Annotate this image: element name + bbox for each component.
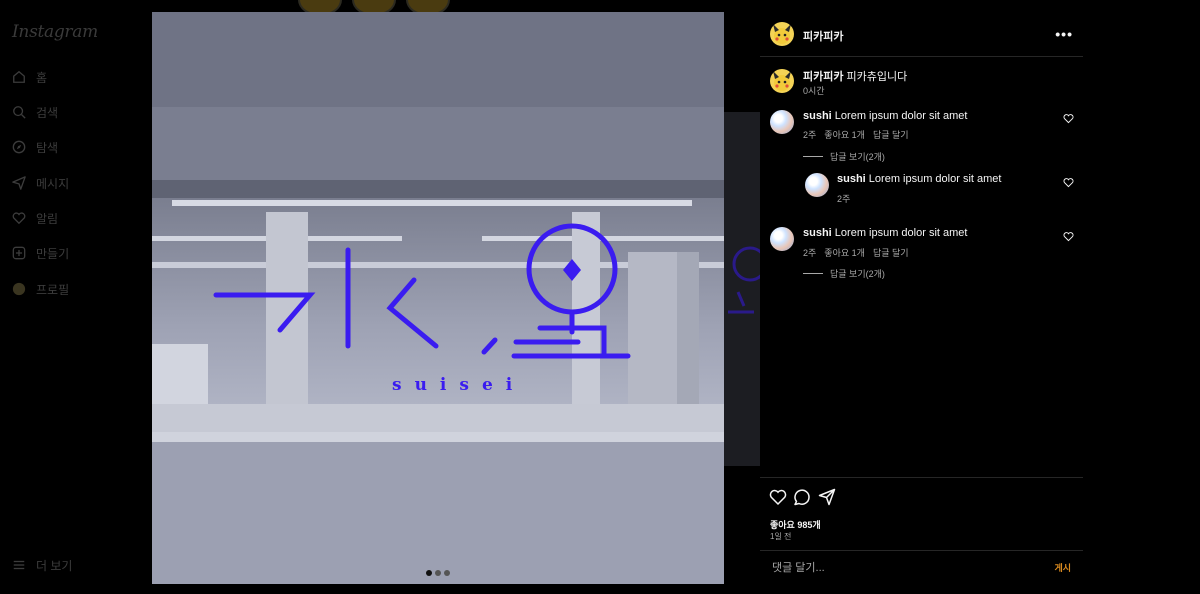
comment-likes[interactable]: 좋아요 1개: [824, 130, 865, 140]
nav-item-home[interactable]: 홈: [12, 67, 47, 87]
comment-username[interactable]: sushi: [803, 110, 832, 122]
nav-item-explore[interactable]: 탐색: [12, 137, 58, 157]
instagram-logo[interactable]: Instagram: [12, 22, 98, 42]
home-icon: [12, 70, 26, 84]
reply-avatar[interactable]: [805, 173, 829, 197]
nav-label: 프로필: [36, 282, 70, 297]
carousel-indicator: [426, 570, 450, 576]
view-replies-label: 답글 보기(2개): [830, 152, 885, 162]
background-post-image: [724, 112, 762, 466]
nav-item-messages[interactable]: 메시지: [12, 173, 69, 193]
nav-label: 알림: [36, 211, 59, 226]
nav-item-notifications[interactable]: 알림: [12, 208, 58, 228]
view-replies-label: 답글 보기(2개): [830, 269, 885, 279]
comment-text: Lorem ipsum dolor sit amet: [834, 110, 968, 122]
view-replies-button[interactable]: 답글 보기(2개): [803, 267, 885, 280]
caption-time: 0시간: [803, 86, 825, 96]
post-image-text: suisei: [392, 375, 525, 395]
more-options-icon[interactable]: •••: [1055, 26, 1073, 42]
nav-item-profile[interactable]: 프로필: [12, 279, 69, 299]
post-header: 피카피카 •••: [760, 12, 1083, 57]
menu-icon: [12, 558, 26, 572]
comment-meta: 2주 좋아요 1개 답글 달기: [803, 246, 917, 259]
reply-time: 2주: [837, 194, 851, 204]
reply-button[interactable]: 답글 달기: [873, 130, 909, 140]
avatar-icon: [12, 282, 26, 296]
carousel-dot[interactable]: [426, 570, 432, 576]
author-username[interactable]: 피카피카: [803, 28, 843, 44]
comment-input[interactable]: [772, 560, 1032, 576]
comment-like-icon[interactable]: [1063, 231, 1074, 242]
view-replies-button[interactable]: 답글 보기(2개): [803, 150, 885, 163]
post-date: 1일 전: [770, 532, 792, 541]
comment-avatar[interactable]: [770, 110, 794, 134]
nav-label: 검색: [36, 105, 59, 120]
post-photo: suisei: [152, 12, 724, 584]
like-icon[interactable]: [769, 488, 787, 506]
send-icon: [12, 176, 26, 190]
reply-comment: sushi Lorem ipsum dolor sit amet: [837, 173, 1001, 185]
carousel-dot[interactable]: [435, 570, 441, 576]
comment-time: 2주: [803, 130, 817, 140]
reply-username[interactable]: sushi: [837, 173, 866, 185]
nav-item-more[interactable]: 더 보기: [12, 555, 72, 575]
divider: [760, 477, 1083, 478]
nav-label: 탐색: [36, 140, 59, 155]
nav-label: 홈: [36, 70, 48, 85]
post-comment-button[interactable]: 게시: [1054, 561, 1071, 574]
comment-avatar[interactable]: [770, 227, 794, 251]
sidebar: Instagram 홈 검색 탐색 메시지 알림 만들기 프로필 더 보기: [0, 0, 150, 594]
carousel-dot[interactable]: [444, 570, 450, 576]
nav-item-search[interactable]: 검색: [12, 102, 58, 122]
comment-icon[interactable]: [793, 488, 811, 506]
compass-icon: [12, 140, 26, 154]
comment-username[interactable]: sushi: [803, 227, 832, 239]
plus-square-icon: [12, 246, 26, 260]
comment-form: 게시: [760, 550, 1083, 585]
post-details-panel: 피카피카 ••• 피카피카 피카츄입니다 0시간 sushi Lorem ips…: [760, 12, 1083, 584]
nav-label: 더 보기: [36, 558, 73, 573]
like-count[interactable]: 좋아요 985개: [770, 518, 821, 531]
comment-meta: 2주 좋아요 1개 답글 달기: [803, 128, 917, 141]
post-image[interactable]: suisei: [152, 12, 724, 584]
comment-likes[interactable]: 좋아요 1개: [824, 248, 865, 258]
caption-text: 피카츄입니다: [846, 71, 908, 83]
share-icon[interactable]: [818, 488, 836, 506]
reply-text: Lorem ipsum dolor sit amet: [868, 173, 1002, 185]
comment: sushi Lorem ipsum dolor sit amet: [803, 227, 967, 239]
caption-username[interactable]: 피카피카: [803, 71, 843, 83]
comment-time: 2주: [803, 248, 817, 258]
caption-author-avatar[interactable]: [770, 69, 794, 93]
heart-icon: [12, 211, 26, 225]
reply-button[interactable]: 답글 달기: [873, 248, 909, 258]
nav-label: 만들기: [36, 246, 70, 261]
nav-item-create[interactable]: 만들기: [12, 243, 69, 263]
reply-like-icon[interactable]: [1063, 177, 1074, 188]
author-avatar[interactable]: [770, 22, 794, 46]
caption: 피카피카 피카츄입니다: [803, 68, 907, 84]
nav-label: 메시지: [36, 176, 70, 191]
search-icon: [12, 105, 26, 119]
comment-like-icon[interactable]: [1063, 113, 1074, 124]
comment-text: Lorem ipsum dolor sit amet: [834, 227, 968, 239]
comment: sushi Lorem ipsum dolor sit amet: [803, 110, 967, 122]
